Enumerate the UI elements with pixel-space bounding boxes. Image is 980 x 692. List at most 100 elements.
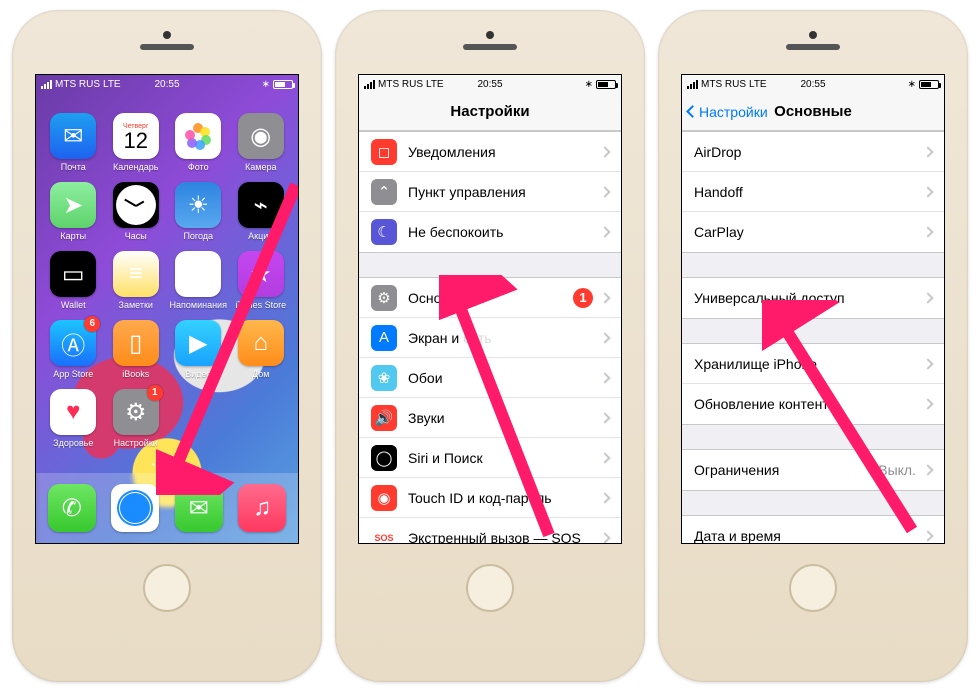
chevron-right-icon bbox=[599, 412, 610, 423]
phone-home: MTS RUS LTE 20:55 ∗ ✉Почта Четверг 12Кал… bbox=[12, 10, 322, 682]
chevron-right-icon bbox=[599, 332, 610, 343]
app-label: Почта bbox=[43, 162, 103, 172]
carrier-label: MTS RUS bbox=[701, 79, 746, 90]
dock-safari[interactable] bbox=[111, 484, 159, 532]
app-label: Настройки bbox=[106, 438, 166, 448]
home-app-icon: ⌂ bbox=[238, 320, 284, 366]
row-general[interactable]: ⚙Основные1 bbox=[359, 278, 621, 318]
siri-icon: ◯ bbox=[371, 445, 397, 471]
phone-general: MTS RUS LTE 20:55 ∗ Настройки Основные A… bbox=[658, 10, 968, 682]
app-camera[interactable]: ◉Камера bbox=[231, 113, 291, 172]
app-ibooks[interactable]: ▯iBooks bbox=[106, 320, 166, 379]
row-storage[interactable]: Хранилище iPhone bbox=[682, 344, 944, 384]
app-stocks[interactable]: ⌁Акции bbox=[231, 182, 291, 241]
carrier-label: MTS RUS bbox=[55, 79, 100, 90]
sos-icon: SOS bbox=[371, 525, 397, 543]
general-list[interactable]: AirDropHandoff CarPlay Универсальный дост… bbox=[682, 131, 944, 543]
row-label: Звуки bbox=[408, 410, 601, 426]
chevron-right-icon bbox=[922, 292, 933, 303]
row-handoff[interactable]: Handoff bbox=[682, 172, 944, 212]
row-label: Хранилище iPhone bbox=[694, 356, 924, 372]
home-button[interactable] bbox=[789, 564, 837, 612]
app-wallet[interactable]: ▭ Wallet bbox=[43, 251, 103, 310]
app-notes[interactable]: ≡Заметки bbox=[106, 251, 166, 310]
app-reminders[interactable]: ≣ Напоминания bbox=[168, 251, 228, 310]
app-itunes[interactable]: ★iTunes Store bbox=[231, 251, 291, 310]
sounds-icon: 🔊 bbox=[371, 405, 397, 431]
row-carplay[interactable]: CarPlay bbox=[682, 212, 944, 252]
wallet-icon: ▭ bbox=[50, 251, 96, 297]
row-touchid[interactable]: ◉Touch ID и код-пароль bbox=[359, 478, 621, 518]
row-date-time[interactable]: Дата и время bbox=[682, 516, 944, 543]
video-icon: ▶ bbox=[175, 320, 221, 366]
app-weather[interactable]: ☀Погода bbox=[168, 182, 228, 241]
app-label: Wallet bbox=[43, 300, 103, 310]
row-notifications[interactable]: ◻Уведомления bbox=[359, 132, 621, 172]
settings-list[interactable]: ◻Уведомления⌃Пункт управления☾Не беспоко… bbox=[359, 131, 621, 543]
app-video[interactable]: ▶Видео bbox=[168, 320, 228, 379]
nav-title: Основные bbox=[774, 103, 852, 120]
chevron-right-icon bbox=[599, 372, 610, 383]
battery-icon bbox=[596, 80, 616, 89]
row-airdrop[interactable]: AirDrop bbox=[682, 132, 944, 172]
photos-icon bbox=[175, 113, 221, 159]
row-label: Основные bbox=[408, 290, 573, 306]
app-label: Напоминания bbox=[168, 300, 228, 310]
messages-icon: ✉ bbox=[175, 484, 223, 532]
notifications-icon: ◻ bbox=[371, 139, 397, 165]
badge: 1 bbox=[573, 288, 593, 308]
health-icon: ♥ bbox=[50, 389, 96, 435]
dock-music[interactable]: ♫ bbox=[238, 484, 286, 532]
dock-phone[interactable]: ✆ bbox=[48, 484, 96, 532]
row-display[interactable]: AЭкран и ость bbox=[359, 318, 621, 358]
screen-settings: MTS RUS LTE 20:55 ∗ Настройки ◻Уведомлен… bbox=[358, 74, 622, 544]
row-background-refresh[interactable]: Обновление контента bbox=[682, 384, 944, 424]
front-camera bbox=[809, 31, 817, 39]
dock-messages[interactable]: ✉ bbox=[175, 484, 223, 532]
screen-general: MTS RUS LTE 20:55 ∗ Настройки Основные A… bbox=[681, 74, 945, 544]
reminders-icon: ≣ bbox=[175, 251, 221, 297]
signal-icon bbox=[41, 80, 52, 89]
app-label: Камера bbox=[231, 162, 291, 172]
app-home-app[interactable]: ⌂ Дом bbox=[231, 320, 291, 379]
row-siri[interactable]: ◯Siri и Поиск bbox=[359, 438, 621, 478]
row-control-center[interactable]: ⌃Пункт управления bbox=[359, 172, 621, 212]
row-sounds[interactable]: 🔊 Звуки bbox=[359, 398, 621, 438]
chevron-right-icon bbox=[922, 358, 933, 369]
screen-home: MTS RUS LTE 20:55 ∗ ✉Почта Четверг 12Кал… bbox=[35, 74, 299, 544]
home-button[interactable] bbox=[466, 564, 514, 612]
row-wallpaper[interactable]: ❀Обои bbox=[359, 358, 621, 398]
app-clock[interactable]: Часы bbox=[106, 182, 166, 241]
home-button[interactable] bbox=[143, 564, 191, 612]
row-label: Дата и время bbox=[694, 528, 924, 543]
back-button[interactable]: Настройки bbox=[688, 93, 768, 130]
app-maps[interactable]: ➤Карты bbox=[43, 182, 103, 241]
app-calendar[interactable]: Четверг 12Календарь bbox=[106, 113, 166, 172]
app-settings[interactable]: ⚙1Настройки bbox=[106, 389, 166, 448]
ibooks-icon: ▯ bbox=[113, 320, 159, 366]
music-icon: ♫ bbox=[238, 484, 286, 532]
app-photos[interactable]: Фото bbox=[168, 113, 228, 172]
bluetooth-icon: ∗ bbox=[908, 79, 916, 90]
row-accessibility[interactable]: Универсальный доступ bbox=[682, 278, 944, 318]
app-label: Дом bbox=[231, 369, 291, 379]
row-dnd[interactable]: ☾Не беспокоить bbox=[359, 212, 621, 252]
chevron-right-icon bbox=[922, 226, 933, 237]
battery-icon bbox=[919, 80, 939, 89]
row-label: Универсальный доступ bbox=[694, 290, 924, 306]
network-label: LTE bbox=[103, 79, 121, 90]
chevron-left-icon bbox=[686, 105, 699, 118]
chevron-right-icon bbox=[922, 398, 933, 409]
row-label: Экран и ость bbox=[408, 330, 601, 346]
bluetooth-icon: ∗ bbox=[262, 79, 270, 90]
row-label: Обновление контента bbox=[694, 396, 924, 412]
row-label: CarPlay bbox=[694, 224, 924, 240]
app-appstore[interactable]: Ⓐ6App Store bbox=[43, 320, 103, 379]
app-mail[interactable]: ✉Почта bbox=[43, 113, 103, 172]
chevron-right-icon bbox=[599, 532, 610, 543]
home-grid: ✉Почта Четверг 12Календарь Фото◉Камера ➤К… bbox=[36, 93, 298, 448]
app-health[interactable]: ♥Здоровье bbox=[43, 389, 103, 448]
row-sos[interactable]: SOSЭкстренный вызов — SOS bbox=[359, 518, 621, 543]
row-restrictions[interactable]: ОграниченияВыкл. bbox=[682, 450, 944, 490]
app-label: Погода bbox=[168, 231, 228, 241]
